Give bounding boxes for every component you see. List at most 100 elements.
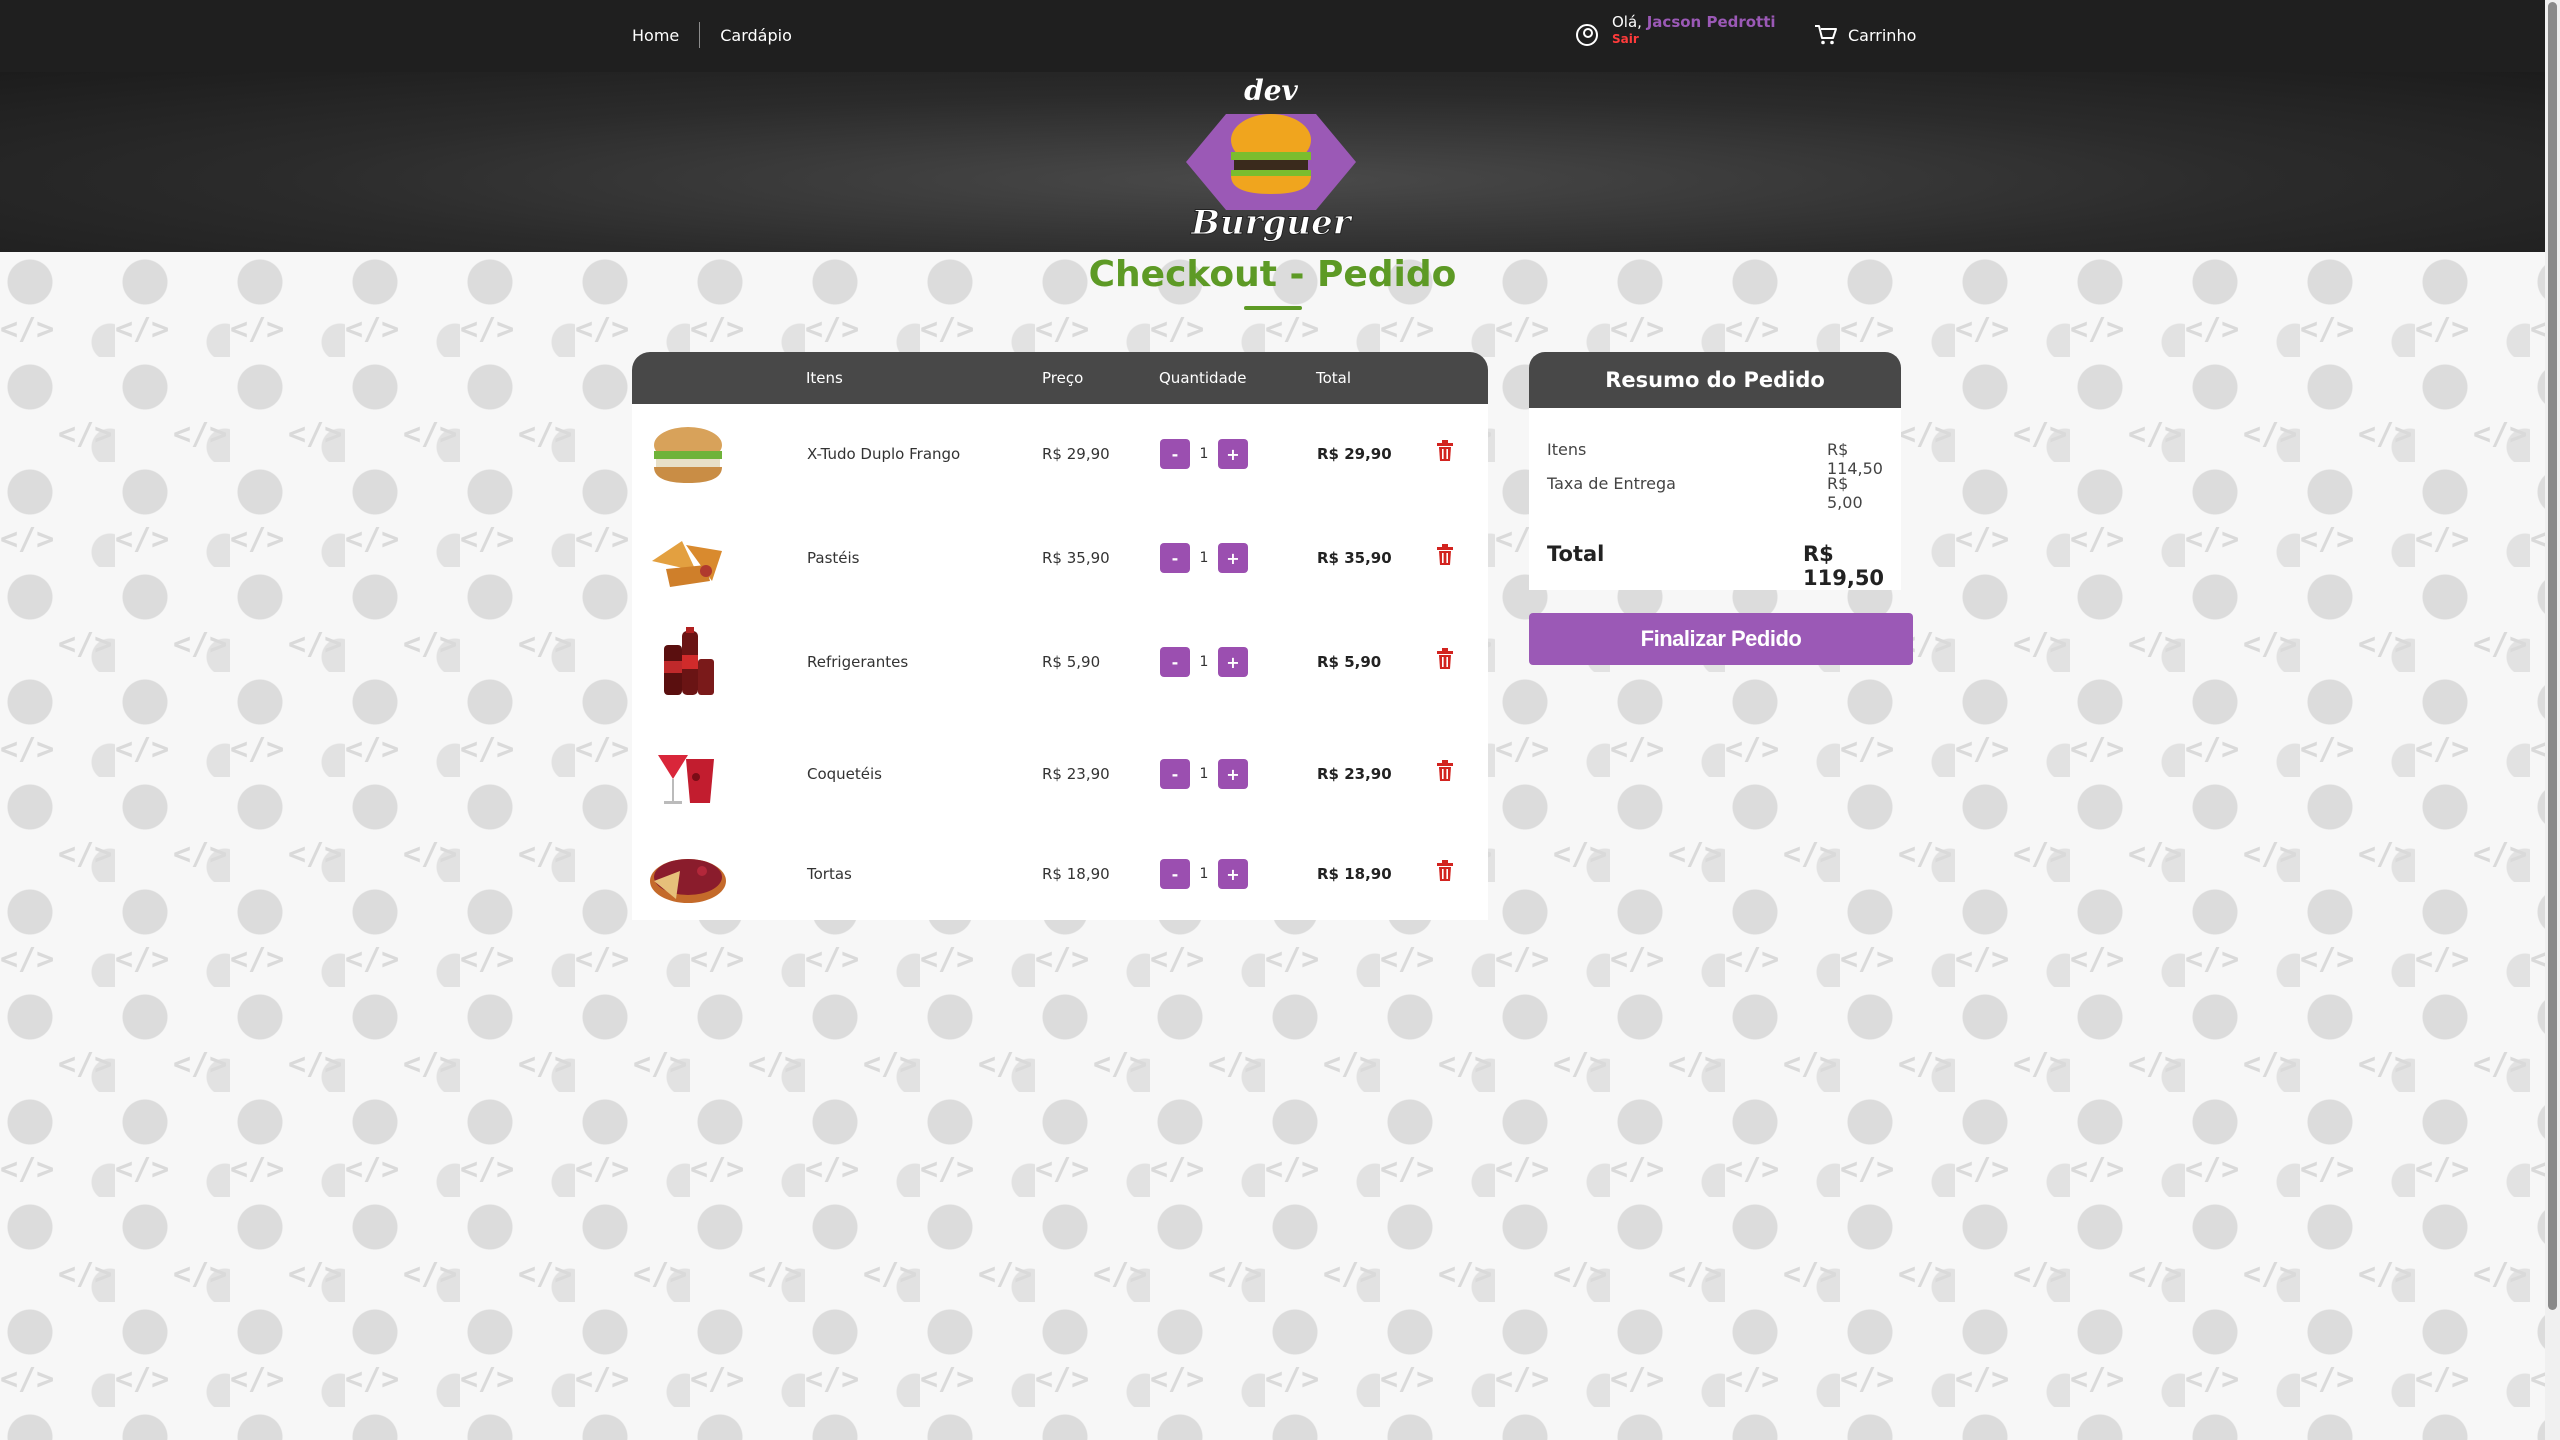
pattern-code-icon: </> bbox=[230, 1152, 285, 1187]
decrease-button[interactable]: - bbox=[1160, 859, 1190, 889]
decrease-button[interactable]: - bbox=[1160, 543, 1190, 573]
pattern-code-icon: </> bbox=[748, 1047, 803, 1082]
quantity-stepper: -1 + bbox=[1160, 543, 1248, 573]
increase-button[interactable]: + bbox=[1218, 759, 1248, 789]
pattern-code-icon: </> bbox=[518, 1257, 573, 1292]
pattern-code-icon: </> bbox=[1955, 312, 2010, 347]
pattern-code-icon: </> bbox=[2358, 627, 2413, 662]
pattern-code-icon: </> bbox=[1955, 942, 2010, 977]
pattern-code-icon: </> bbox=[920, 1152, 975, 1187]
pattern-code-icon: </> bbox=[173, 837, 228, 872]
pattern-code-icon: </> bbox=[1208, 1257, 1263, 1292]
table-row: Pastéis R$ 35,90 -1 + R$ 35,90 bbox=[632, 508, 1488, 608]
pattern-code-icon: </> bbox=[1150, 1152, 1205, 1187]
pattern-code-icon: </> bbox=[1783, 1257, 1838, 1292]
cart-table: Itens Preço Quantidade Total X-Tudo Dupl… bbox=[632, 352, 1488, 920]
product-image bbox=[646, 417, 730, 491]
pattern-code-icon: </> bbox=[1093, 1257, 1148, 1292]
increase-button[interactable]: + bbox=[1218, 859, 1248, 889]
pattern-code-icon: </> bbox=[2530, 732, 2545, 767]
pattern-code-icon: </> bbox=[1553, 837, 1608, 872]
logout-link[interactable]: Sair bbox=[1612, 31, 1776, 48]
pattern-code-icon: </> bbox=[173, 627, 228, 662]
product-image bbox=[646, 625, 730, 699]
pattern-code-icon: </> bbox=[115, 522, 170, 557]
pattern-code-icon: </> bbox=[460, 522, 515, 557]
pattern-code-icon: </> bbox=[2070, 732, 2125, 767]
quantity-value: 1 bbox=[1199, 766, 1209, 782]
summary-title: Resumo do Pedido bbox=[1529, 352, 1901, 408]
trash-icon[interactable] bbox=[1436, 760, 1454, 782]
pattern-code-icon: </> bbox=[2070, 522, 2125, 557]
pattern-code-icon: </> bbox=[2070, 1152, 2125, 1187]
table-header: Itens Preço Quantidade Total bbox=[632, 352, 1488, 404]
pattern-code-icon: </> bbox=[0, 1362, 55, 1397]
increase-button[interactable]: + bbox=[1218, 439, 1248, 469]
pattern-code-icon: </> bbox=[2300, 522, 2355, 557]
pattern-code-icon: </> bbox=[2473, 627, 2528, 662]
nav-divider bbox=[699, 22, 701, 48]
pattern-code-icon: </> bbox=[1495, 942, 1550, 977]
title-underline bbox=[1244, 306, 1302, 310]
decrease-button[interactable]: - bbox=[1160, 759, 1190, 789]
pattern-code-icon: </> bbox=[2530, 312, 2545, 347]
user-area: Olá, Jacson Pedrotti Sair bbox=[1576, 14, 1776, 48]
pattern-code-icon: </> bbox=[115, 312, 170, 347]
cart-label: Carrinho bbox=[1848, 25, 1917, 45]
pattern-code-icon: </> bbox=[58, 1047, 113, 1082]
summary-items-row: Itens R$ 114,50 bbox=[1547, 440, 1883, 478]
pattern-code-icon: </> bbox=[1035, 942, 1090, 977]
product-image bbox=[646, 737, 730, 811]
table-row: Coquetéis R$ 23,90 -1 + R$ 23,90 bbox=[632, 724, 1488, 824]
pattern-code-icon: </> bbox=[690, 942, 745, 977]
decrease-button[interactable]: - bbox=[1160, 439, 1190, 469]
table-row: Refrigerantes R$ 5,90 -1 + R$ 5,90 bbox=[632, 612, 1488, 712]
trash-icon[interactable] bbox=[1436, 648, 1454, 670]
pattern-code-icon: </> bbox=[2300, 1362, 2355, 1397]
product-name: Tortas bbox=[807, 865, 852, 883]
product-price: R$ 18,90 bbox=[1042, 865, 1110, 883]
pattern-code-icon: </> bbox=[2300, 1152, 2355, 1187]
scrollbar-thumb[interactable] bbox=[2548, 2, 2557, 1310]
pattern-code-icon: </> bbox=[2530, 1362, 2545, 1397]
pattern-code-icon: </> bbox=[1150, 1362, 1205, 1397]
pattern-code-icon: </> bbox=[2473, 1047, 2528, 1082]
increase-button[interactable]: + bbox=[1218, 647, 1248, 677]
pattern-code-icon: </> bbox=[115, 942, 170, 977]
header-items: Itens bbox=[806, 369, 843, 387]
increase-button[interactable]: + bbox=[1218, 543, 1248, 573]
cart-link[interactable]: Carrinho bbox=[1814, 24, 1916, 46]
pattern-code-icon: </> bbox=[2358, 417, 2413, 452]
pattern-code-icon: </> bbox=[0, 942, 55, 977]
pattern-code-icon: </> bbox=[1898, 837, 1953, 872]
pattern-code-icon: </> bbox=[2358, 837, 2413, 872]
finish-order-button[interactable]: Finalizar Pedido bbox=[1529, 613, 1913, 665]
pattern-code-icon: </> bbox=[1668, 1257, 1723, 1292]
svg-text:Burguer: Burguer bbox=[1190, 203, 1352, 243]
nav-link-home[interactable]: Home bbox=[632, 26, 679, 45]
decrease-button[interactable]: - bbox=[1160, 647, 1190, 677]
pattern-code-icon: </> bbox=[460, 732, 515, 767]
pattern-code-icon: </> bbox=[403, 1047, 458, 1082]
trash-icon[interactable] bbox=[1436, 860, 1454, 882]
product-name: X-Tudo Duplo Frango bbox=[807, 445, 961, 463]
pattern-code-icon: </> bbox=[518, 627, 573, 662]
scrollbar[interactable] bbox=[2545, 0, 2560, 1440]
summary-delivery-value: R$ 5,00 bbox=[1827, 474, 1863, 512]
pattern-code-icon: </> bbox=[2128, 627, 2183, 662]
pattern-code-icon: </> bbox=[1725, 942, 1780, 977]
svg-text:dev: dev bbox=[1244, 74, 1298, 107]
trash-icon[interactable] bbox=[1436, 544, 1454, 566]
pattern-code-icon: </> bbox=[1438, 1257, 1493, 1292]
pattern-code-icon: </> bbox=[2530, 522, 2545, 557]
pattern-code-icon: </> bbox=[1035, 312, 1090, 347]
product-total: R$ 29,90 bbox=[1317, 445, 1392, 463]
pattern-code-icon: </> bbox=[58, 1257, 113, 1292]
pattern-code-icon: </> bbox=[2128, 837, 2183, 872]
pattern-code-icon: </> bbox=[1265, 1152, 1320, 1187]
pattern-code-icon: </> bbox=[1495, 1152, 1550, 1187]
pattern-code-icon: </> bbox=[58, 837, 113, 872]
trash-icon[interactable] bbox=[1436, 440, 1454, 462]
product-price: R$ 5,90 bbox=[1042, 653, 1101, 671]
nav-link-menu[interactable]: Cardápio bbox=[720, 26, 792, 45]
